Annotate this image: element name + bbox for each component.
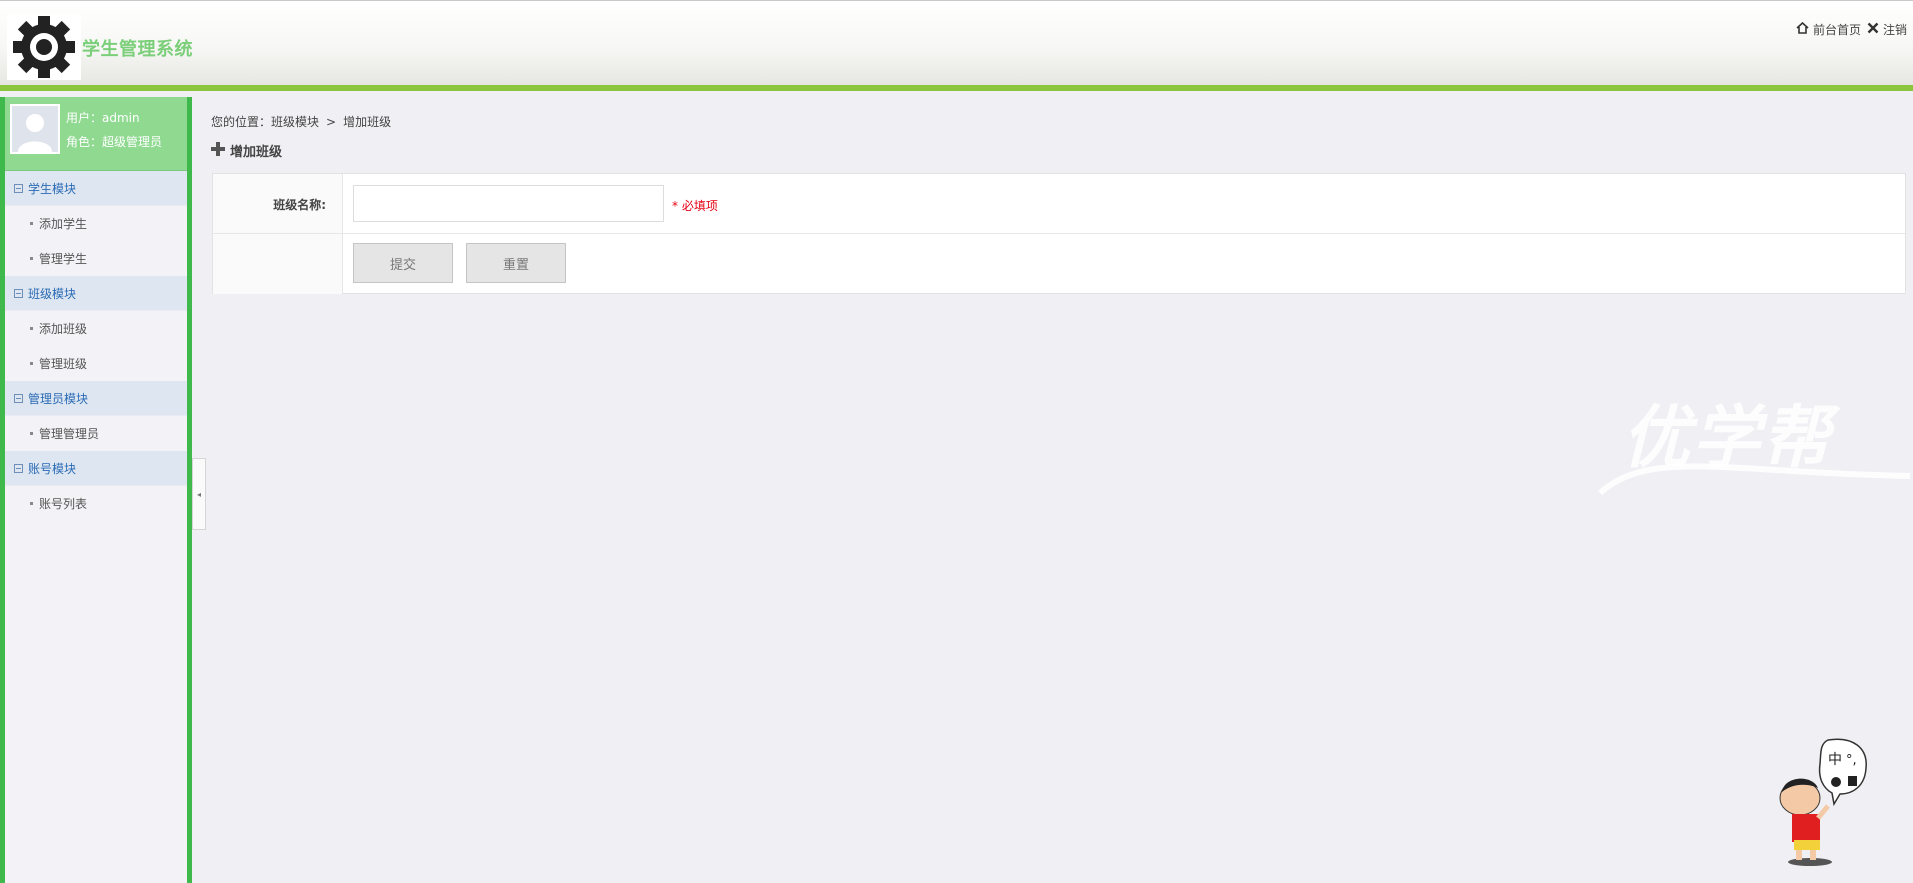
menu-group-label: 账号模块 <box>28 461 77 476</box>
watermark-logo: 优学帮 <box>1590 378 1912 503</box>
menu-group-label: 学生模块 <box>28 181 77 196</box>
label-cell: 班级名称: <box>213 174 343 233</box>
bullet-icon <box>30 257 33 260</box>
user-info: 用户：admin 角色：超级管理员 <box>5 97 187 171</box>
menu-item-label: 管理管理员 <box>39 427 100 441</box>
menu-group-label: 班级模块 <box>28 286 77 301</box>
site-title: 学生管理系统 <box>82 39 193 60</box>
logout-link[interactable]: 注销 <box>1867 21 1907 38</box>
bullet-icon <box>30 327 33 330</box>
menu-item-account-list[interactable]: 账号列表 <box>5 486 187 521</box>
menu-item-add-class[interactable]: 添加班级 <box>5 311 187 346</box>
required-note: * 必填项 <box>672 199 718 213</box>
menu-item-label: 添加班级 <box>39 322 88 336</box>
breadcrumb-separator: > <box>326 115 337 129</box>
class-name-input[interactable] <box>353 185 664 222</box>
avatar <box>10 104 60 154</box>
breadcrumb-prefix: 您的位置： <box>211 115 272 129</box>
top-header: 学生管理系统 前台首页 注销 <box>0 0 1913 91</box>
menu-group-class[interactable]: 班级模块 <box>5 276 187 311</box>
collapse-minus-icon <box>14 463 23 473</box>
menu-item-manage-student[interactable]: 管理学生 <box>5 241 187 276</box>
menu-item-label: 添加学生 <box>39 217 88 231</box>
collapse-minus-icon <box>14 288 23 298</box>
add-class-form: 班级名称: * 必填项 提交 重置 <box>212 173 1906 294</box>
home-link[interactable]: 前台首页 <box>1796 21 1861 38</box>
submit-button[interactable]: 提交 <box>353 243 453 283</box>
menu-item-manage-admin[interactable]: 管理管理员 <box>5 416 187 451</box>
sidebar-collapse-handle[interactable]: ◂ <box>192 458 206 530</box>
collapse-minus-icon <box>14 393 23 403</box>
bullet-icon <box>30 432 33 435</box>
bullet-icon <box>30 502 33 505</box>
sidebar: 用户：admin 角色：超级管理员 学生模块 添加学生 管理学生 班级模块 添加… <box>0 97 192 883</box>
menu-item-label: 账号列表 <box>39 497 88 511</box>
bullet-icon <box>30 222 33 225</box>
chevron-left-icon: ◂ <box>196 489 201 499</box>
logout-link-label: 注销 <box>1882 23 1907 37</box>
breadcrumb: 您的位置：班级模块 > 增加班级 <box>211 113 391 130</box>
menu-item-manage-class[interactable]: 管理班级 <box>5 346 187 381</box>
menu-group-label: 管理员模块 <box>28 391 89 406</box>
user-role: 角色：超级管理员 <box>66 135 163 149</box>
close-icon <box>1867 22 1883 37</box>
bullet-icon <box>30 362 33 365</box>
page-title: 增加班级 <box>211 141 282 160</box>
menu-item-label: 管理班级 <box>39 357 88 371</box>
reset-button[interactable]: 重置 <box>466 243 566 283</box>
menu-group-admin[interactable]: 管理员模块 <box>5 381 187 416</box>
user-name: 用户：admin <box>66 111 140 125</box>
class-name-label: 班级名称: <box>273 198 326 212</box>
menu-item-add-student[interactable]: 添加学生 <box>5 206 187 241</box>
svg-text:°,: °, <box>1846 753 1857 768</box>
menu-item-label: 管理学生 <box>39 252 88 266</box>
home-icon <box>1796 21 1813 37</box>
menu-group-student[interactable]: 学生模块 <box>5 171 187 206</box>
label-cell <box>213 234 343 294</box>
form-row-class-name: 班级名称: * 必填项 <box>213 174 1905 234</box>
svg-text:中: 中 <box>1828 752 1842 768</box>
page-title-text: 增加班级 <box>230 145 283 160</box>
breadcrumb-level1[interactable]: 班级模块 <box>271 115 319 129</box>
breadcrumb-level2: 增加班级 <box>343 115 392 129</box>
collapse-minus-icon <box>14 183 23 193</box>
cartoon-mascot-image: 中 °, <box>1768 738 1878 870</box>
top-links: 前台首页 注销 <box>1796 21 1913 38</box>
menu-group-account[interactable]: 账号模块 <box>5 451 187 486</box>
home-link-label: 前台首页 <box>1812 23 1861 37</box>
gear-logo-icon <box>7 14 81 80</box>
plus-icon <box>211 141 230 160</box>
form-row-actions: 提交 重置 <box>213 234 1905 294</box>
